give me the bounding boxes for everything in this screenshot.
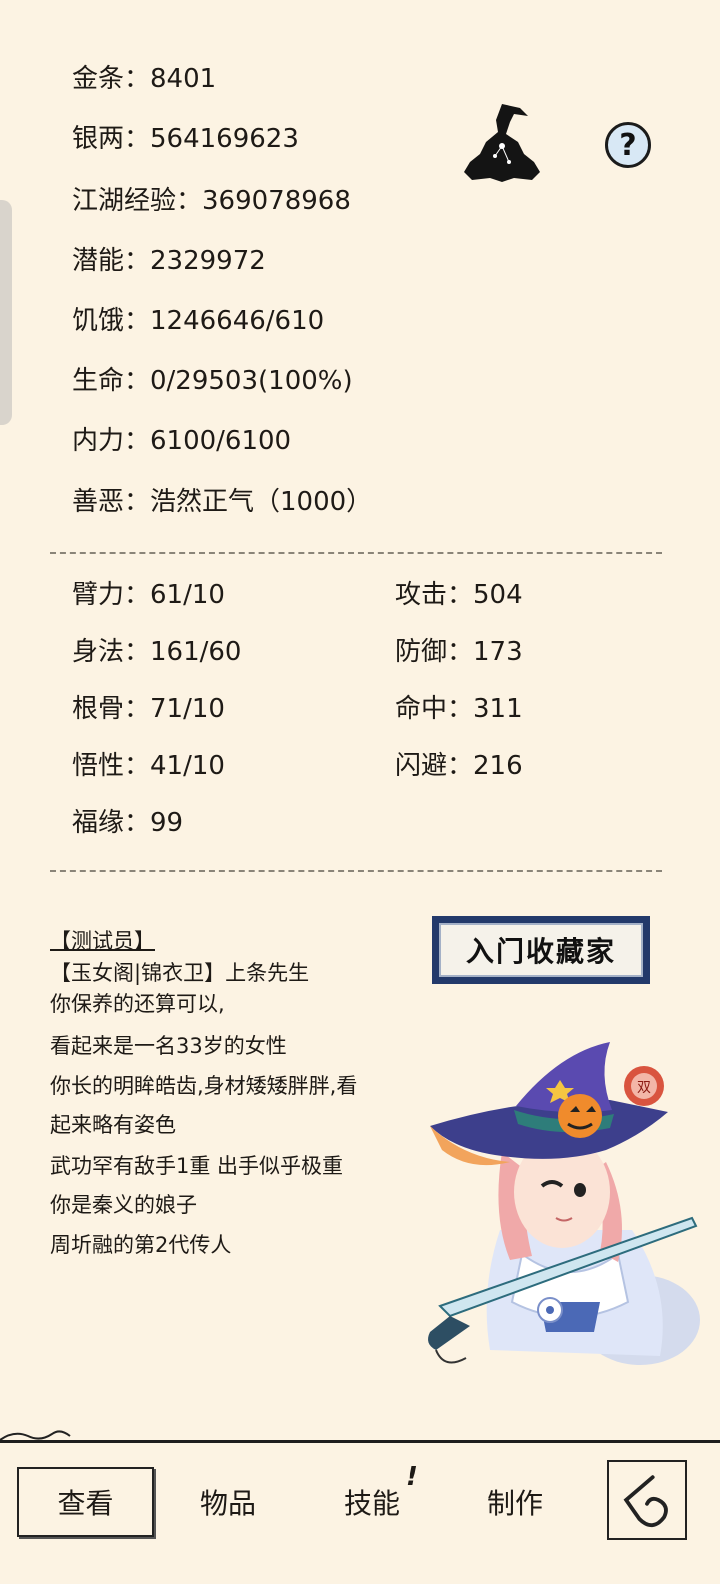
internal-stat: 内力：6100/6100 bbox=[72, 426, 292, 456]
description-line: 你是秦义的娘子 bbox=[50, 1193, 197, 1217]
life-stat: 生命：0/29503(100%) bbox=[72, 366, 353, 396]
exp-stat: 江湖经验：369078968 bbox=[72, 186, 351, 216]
tab-craft-label: 制作 bbox=[486, 1487, 543, 1520]
witch-hat-silhouette-icon[interactable] bbox=[462, 100, 542, 186]
back-arrow-icon bbox=[623, 1475, 668, 1528]
tab-view-label: 查看 bbox=[57, 1487, 114, 1520]
attack-stat: 攻击：504 bbox=[395, 580, 523, 610]
dodge-stat: 闪避：216 bbox=[395, 751, 523, 781]
description-line: 看起来是一名33岁的女性 bbox=[50, 1034, 287, 1058]
tab-view[interactable]: 查看 bbox=[17, 1467, 154, 1537]
tab-items[interactable]: 物品 bbox=[168, 1467, 288, 1537]
description-line: 周圻融的第2代传人 bbox=[50, 1233, 232, 1257]
rank-title[interactable]: 【测试员】 bbox=[50, 928, 155, 954]
tab-craft[interactable]: 制作 bbox=[455, 1467, 575, 1537]
description-line: 起来略有姿色 bbox=[50, 1113, 176, 1137]
question-icon: ? bbox=[619, 127, 637, 163]
description-line: 你保养的还算可以, bbox=[50, 992, 225, 1016]
morality-stat: 善恶：浩然正气（1000） bbox=[72, 487, 373, 517]
character-portrait: 双 bbox=[428, 1042, 700, 1365]
defense-stat: 防御：173 bbox=[395, 637, 523, 667]
title-badge-label: 入门收藏家 bbox=[439, 923, 643, 977]
gold-stat: 金条：8401 bbox=[72, 64, 217, 94]
agility-stat: 身法：161/60 bbox=[72, 637, 242, 667]
decorative-cloud bbox=[0, 1430, 71, 1441]
back-button[interactable] bbox=[607, 1460, 687, 1540]
strength-stat: 臂力：61/10 bbox=[72, 580, 225, 610]
intelligence-stat: 悟性：41/10 bbox=[72, 751, 225, 781]
character-name: 【玉女阁|锦衣卫】上条先生 bbox=[50, 961, 310, 985]
silver-stat: 银两：564169623 bbox=[72, 124, 299, 154]
hit-stat: 命中：311 bbox=[395, 694, 523, 724]
divider bbox=[50, 870, 662, 872]
skills-alert-badge: ! bbox=[406, 1462, 418, 1492]
constitution-stat: 根骨：71/10 bbox=[72, 694, 225, 724]
help-button[interactable]: ? bbox=[605, 122, 651, 168]
description-line: 武功罕有敌手1重 出手似乎极重 bbox=[50, 1154, 344, 1178]
description-line: 你长的明眸皓齿,身材矮矮胖胖,看 bbox=[50, 1074, 358, 1098]
tab-skills-label: 技能 bbox=[343, 1487, 400, 1520]
bottom-divider bbox=[0, 1440, 720, 1443]
title-badge[interactable]: 入门收藏家 bbox=[432, 916, 650, 984]
hunger-stat: 饥饿：1246646/610 bbox=[72, 306, 325, 336]
tab-items-label: 物品 bbox=[199, 1487, 256, 1520]
divider bbox=[50, 552, 662, 554]
portrait-badge-label: 双 bbox=[637, 1080, 651, 1096]
side-drawer-handle[interactable] bbox=[0, 200, 12, 425]
potential-stat: 潜能：2329972 bbox=[72, 246, 266, 276]
luck-stat: 福缘：99 bbox=[72, 808, 184, 838]
